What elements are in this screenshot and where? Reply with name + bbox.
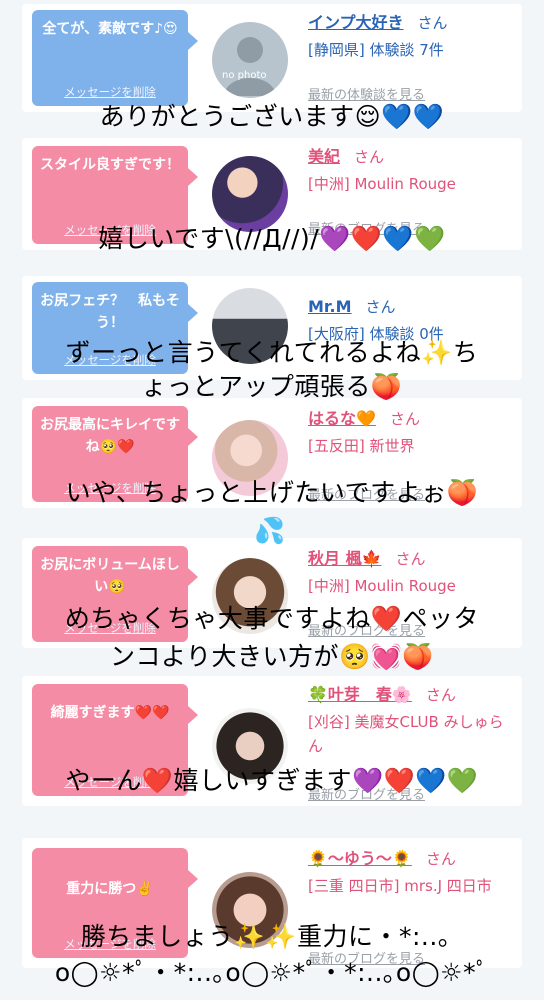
overlay-caption: 嬉しいです\(//Д//)/💜❤️💙💚 xyxy=(98,224,446,253)
user-name-link[interactable]: 美紀 xyxy=(308,147,340,166)
honorific: さん xyxy=(417,14,448,32)
user-name-link[interactable]: 🌻〜ゆう〜🌻 xyxy=(308,849,412,868)
message-text: お尻フェチ？ 私もそう！ xyxy=(40,293,180,331)
user-detail[interactable]: [五反田] 新世界 xyxy=(308,434,514,458)
user-detail[interactable]: [静岡県] 体験談 7件 xyxy=(308,38,514,62)
user-name-link[interactable]: 秋月 楓🍁 xyxy=(308,549,382,568)
user-info: 秋月 楓🍁 さん [中洲] Moulin Rouge xyxy=(308,548,514,598)
overlay-caption: いや、ちょっと上げたいですよぉ🍑 xyxy=(65,478,479,507)
avatar[interactable]: no photo xyxy=(212,22,288,98)
overlay-caption: 💦 xyxy=(254,516,286,545)
overlay-caption: めちゃくちゃ大事ですよね❤️ペッタ xyxy=(64,604,480,633)
overlay-caption: ずーっと言うてくれてれるよね✨ち xyxy=(65,338,479,367)
honorific: さん xyxy=(365,298,396,316)
message-text: スタイル良すぎです！ xyxy=(40,157,180,173)
user-info: インプ大好き さん [静岡県] 体験談 7件 xyxy=(308,12,514,62)
message-bubble: 全てが、素敵です♪😍 メッセージを削除 xyxy=(32,10,198,106)
user-detail[interactable]: [三重 四日市] mrs.J 四日市 xyxy=(308,874,514,898)
user-silhouette-icon xyxy=(224,37,276,96)
overlay-caption: ょっとアップ頑張る🍑 xyxy=(141,372,403,401)
user-detail[interactable]: [中洲] Moulin Rouge xyxy=(308,574,514,598)
message-card: 全てが、素敵です♪😍 メッセージを削除 no photo インプ大好き さん [静… xyxy=(22,4,522,112)
message-text: お尻にボリュームほしい🥺 xyxy=(40,557,180,595)
user-name-link[interactable]: インプ大好き xyxy=(308,13,404,32)
message-text: 重力に勝つ✌️ xyxy=(66,881,154,897)
user-name-link[interactable]: 🍀叶芽 春🌸 xyxy=(308,685,412,704)
user-info: 🍀叶芽 春🌸 さん [刈谷] 美魔女CLUB みしゅらん xyxy=(308,684,514,758)
no-photo-label: no photo xyxy=(222,70,267,81)
message-text: お尻最高にキレイですね🥺❤️ xyxy=(40,417,180,455)
user-detail[interactable]: [中洲] Moulin Rouge xyxy=(308,172,514,196)
user-name-link[interactable]: はるな🧡 xyxy=(308,409,376,428)
user-info: はるな🧡 さん [五反田] 新世界 xyxy=(308,408,514,458)
message-text: 全てが、素敵です♪😍 xyxy=(42,21,178,37)
overlay-caption: o◯☼*ﾟ・*:..｡o◯☼*ﾟ・*:..｡o◯☼*ﾟ xyxy=(54,958,490,987)
honorific: さん xyxy=(354,148,385,166)
user-detail[interactable]: [刈谷] 美魔女CLUB みしゅらん xyxy=(308,710,514,758)
honorific: さん xyxy=(425,686,456,704)
overlay-caption: ありがとうございます😌💙💙 xyxy=(99,102,445,131)
delete-message-link[interactable]: メッセージを削除 xyxy=(32,84,188,100)
message-text: 綺麗すぎます❤️❤️ xyxy=(50,705,170,721)
user-info: 🌻〜ゆう〜🌻 さん [三重 四日市] mrs.J 四日市 xyxy=(308,848,514,898)
overlay-caption: 勝ちましょう✨✨重力に・*:..。 xyxy=(80,922,464,951)
honorific: さん xyxy=(389,410,420,428)
overlay-caption: ンコより大きい方が🥺💓🍑 xyxy=(110,642,434,671)
honorific: さん xyxy=(425,850,456,868)
overlay-caption: やーん❤️嬉しいすぎます💜❤️💙💚 xyxy=(65,766,479,795)
avatar[interactable] xyxy=(212,156,288,232)
user-name-link[interactable]: Mr.M xyxy=(308,297,352,316)
user-info: 美紀 さん [中洲] Moulin Rouge xyxy=(308,146,514,196)
honorific: さん xyxy=(395,550,426,568)
